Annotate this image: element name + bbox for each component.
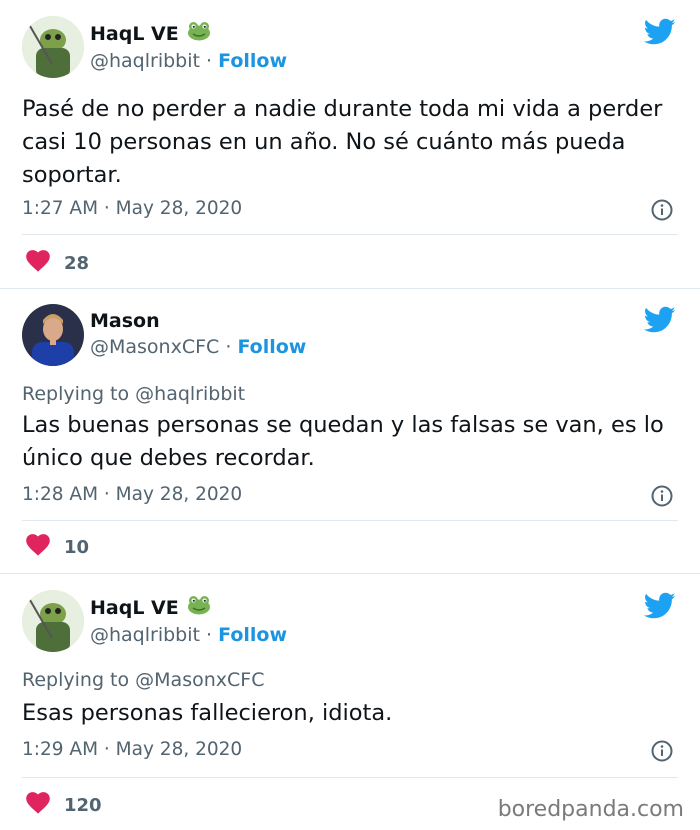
frog-emoji-icon [187,21,211,46]
timestamp[interactable]: 1:29 AM · May 28, 2020 [22,739,242,760]
avatar[interactable] [22,590,84,652]
handle[interactable]: @haqlribbit [90,624,200,646]
twitter-bird-icon[interactable] [643,18,676,46]
heart-icon[interactable] [26,534,50,560]
follow-button[interactable]: Follow [218,624,287,646]
info-icon[interactable] [651,740,673,762]
like-count: 120 [64,794,102,816]
display-name[interactable]: HaqL VE [90,595,211,620]
replying-to[interactable]: Replying to @MasonxCFC [22,669,264,691]
like-count: 28 [64,252,90,274]
replying-to[interactable]: Replying to @haqlribbit [22,383,245,405]
follow-button[interactable]: Follow [237,336,306,358]
handle-row: @haqlribbit · Follow [90,624,287,646]
twitter-bird-icon[interactable] [643,592,676,620]
display-name-text[interactable]: HaqL VE [90,597,179,619]
like-row[interactable]: 10 [26,534,89,560]
timestamp[interactable]: 1:27 AM · May 28, 2020 [22,198,242,219]
display-name[interactable]: HaqL VE [90,21,211,46]
info-icon[interactable] [651,485,673,507]
tweet-card: HaqL VE @haqlribbit · Follow Pasé de no … [0,0,700,288]
info-icon[interactable] [651,199,673,221]
display-name[interactable]: Mason [90,310,160,332]
tweet-text: Esas personas fallecieron, idiota. [22,700,393,726]
separator-dot: · [206,624,219,646]
tweet-text: Las buenas personas se quedan y las fals… [22,412,664,471]
heart-icon[interactable] [26,250,50,276]
avatar[interactable] [22,304,84,366]
handle-row: @haqlribbit · Follow [90,50,287,72]
inner-divider [22,777,678,778]
handle[interactable]: @haqlribbit [90,50,200,72]
like-row[interactable]: 28 [26,250,89,276]
like-row[interactable]: 120 [26,792,102,818]
heart-icon[interactable] [26,792,50,818]
inner-divider [22,234,678,235]
handle-row: @MasonxCFC · Follow [90,336,306,358]
tweet-text: Pasé de no perder a nadie durante toda m… [22,96,663,188]
tweet-card: Mason @MasonxCFC · Follow Replying to @h… [0,289,700,573]
handle[interactable]: @MasonxCFC [90,336,219,358]
display-name-text[interactable]: Mason [90,310,160,332]
separator-dot: · [206,50,219,72]
frog-emoji-icon [187,595,211,620]
avatar[interactable] [22,16,84,78]
inner-divider [22,520,678,521]
timestamp[interactable]: 1:28 AM · May 28, 2020 [22,484,242,505]
separator-dot: · [225,336,238,358]
tweet-card: HaqL VE @haqlribbit · Follow Replying to… [0,574,700,830]
display-name-text[interactable]: HaqL VE [90,23,179,45]
twitter-bird-icon[interactable] [643,306,676,334]
follow-button[interactable]: Follow [218,50,287,72]
like-count: 10 [64,536,90,558]
watermark: boredpanda.com [497,797,684,822]
